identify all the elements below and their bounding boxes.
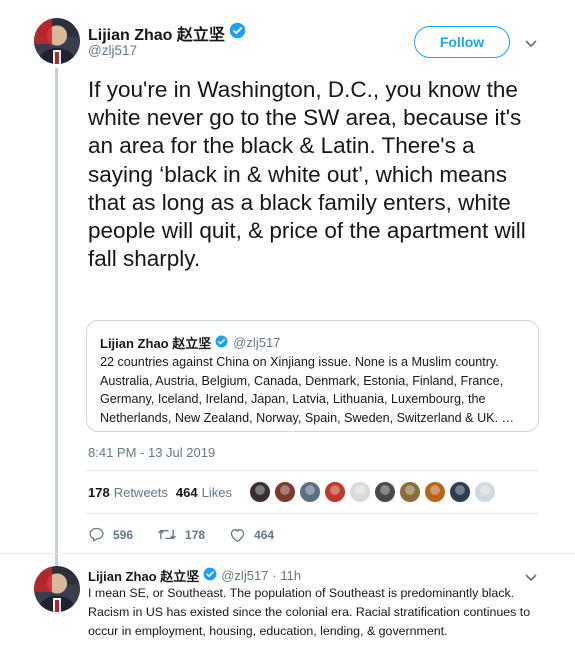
thread-connector-line	[55, 68, 58, 566]
liker-avatar[interactable]	[449, 481, 471, 503]
verified-badge-icon	[215, 335, 228, 351]
liker-avatars[interactable]	[249, 481, 499, 503]
reply-count: 596	[113, 527, 134, 542]
tweet-actions: 596 178 464	[88, 526, 298, 543]
divider	[86, 470, 539, 471]
like-count: 464	[254, 527, 275, 542]
likes-label[interactable]: Likes	[202, 485, 232, 500]
liker-avatar[interactable]	[399, 481, 421, 503]
author-handle[interactable]: @zlj517	[88, 43, 137, 58]
liker-avatar[interactable]	[274, 481, 296, 503]
liker-avatar[interactable]	[349, 481, 371, 503]
retweet-count: 178	[185, 527, 206, 542]
likes-count[interactable]: 464	[176, 485, 198, 500]
follow-button[interactable]: Follow	[414, 26, 510, 58]
tweet-body-text: If you're in Washington, D.C., you know …	[88, 77, 526, 272]
liker-avatar[interactable]	[424, 481, 446, 503]
engagement-stats: 178 Retweets 464 Likes	[88, 485, 240, 500]
retweet-icon	[158, 529, 176, 540]
liker-avatar[interactable]	[374, 481, 396, 503]
divider	[0, 553, 575, 554]
verified-badge-icon	[229, 22, 246, 44]
liker-avatar[interactable]	[474, 481, 496, 503]
author-name-row[interactable]: Lijian Zhao 赵立坚	[88, 21, 246, 45]
reply-action[interactable]: 596	[88, 526, 133, 543]
quoted-tweet-header: Lijian Zhao 赵立坚 @zlj517	[100, 333, 280, 352]
liker-avatar[interactable]	[324, 481, 346, 503]
reply-author-name[interactable]: Lijian Zhao 赵立坚	[88, 566, 199, 585]
liker-avatar[interactable]	[249, 481, 271, 503]
chevron-down-icon[interactable]	[524, 36, 538, 54]
author-display-name[interactable]: Lijian Zhao 赵立坚	[88, 21, 225, 45]
retweets-count[interactable]: 178	[88, 485, 110, 500]
divider	[86, 513, 539, 514]
retweet-action[interactable]: 178	[157, 526, 205, 543]
quoted-author-name: Lijian Zhao 赵立坚	[100, 336, 212, 351]
quoted-tweet-text: 22 countries against China on Xinjiang i…	[100, 355, 515, 425]
liker-avatar[interactable]	[299, 481, 321, 503]
quoted-author-handle: @zlj517	[233, 335, 281, 350]
reply-time[interactable]: · 11h	[272, 568, 301, 583]
like-action[interactable]: 464	[229, 527, 274, 543]
heart-icon	[230, 528, 245, 542]
retweets-label[interactable]: Retweets	[114, 485, 168, 500]
reply-icon	[89, 527, 104, 543]
reply-tweet-text: I mean SE, or Southeast. The population …	[88, 586, 531, 638]
reply-author-handle[interactable]: @zlj517	[221, 568, 268, 583]
quoted-tweet-card[interactable]: Lijian Zhao 赵立坚 @zlj517 22 countries aga…	[86, 320, 539, 432]
author-avatar[interactable]	[34, 18, 80, 64]
reply-author-avatar[interactable]	[34, 566, 80, 612]
reply-tweet-header: Lijian Zhao 赵立坚 @zlj517 · 11h	[88, 566, 301, 585]
tweet-timestamp[interactable]: 8:41 PM - 13 Jul 2019	[88, 445, 215, 460]
verified-badge-icon	[203, 567, 217, 584]
